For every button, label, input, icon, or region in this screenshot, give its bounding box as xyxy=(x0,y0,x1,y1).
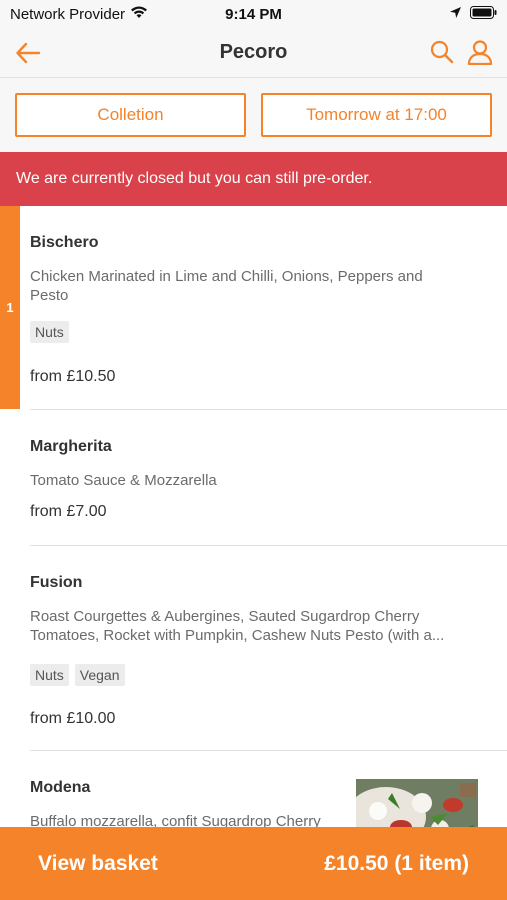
basket-label: View basket xyxy=(38,851,158,875)
basket-quantity-badge: 1 xyxy=(0,206,20,409)
menu-item-margherita[interactable]: Margherita Tomato Sauce & Mozzarella fro… xyxy=(0,410,507,546)
order-time-button[interactable]: Tomorrow at 17:00 xyxy=(261,93,492,137)
item-tags: Nuts xyxy=(30,321,69,343)
carrier-label: Network Provider xyxy=(10,5,126,23)
back-arrow-icon xyxy=(16,42,41,64)
item-description-line: Roast Courgettes & Aubergines, Sauted Su… xyxy=(30,608,420,625)
item-name: Margherita xyxy=(30,438,112,455)
location-arrow-icon xyxy=(449,6,462,23)
nav-bar: Pecoro xyxy=(0,28,507,78)
view-basket-button[interactable]: View basket £10.50 (1 item) xyxy=(0,827,507,900)
item-price: from £7.00 xyxy=(30,503,107,520)
order-options: Colletion Tomorrow at 17:00 xyxy=(0,78,507,152)
item-description: Tomato Sauce & Mozzarella xyxy=(30,472,217,489)
item-description: Chicken Marinated in Lime and Chilli, On… xyxy=(30,268,423,304)
tag-vegan: Vegan xyxy=(74,664,125,686)
item-name: Fusion xyxy=(30,574,83,591)
item-name: Modena xyxy=(30,779,91,796)
status-bar: Network Provider 9:14 PM xyxy=(0,0,507,28)
menu-item-fusion[interactable]: Fusion Roast Courgettes & Aubergines, Sa… xyxy=(0,546,507,751)
status-right xyxy=(449,5,497,23)
tag-nuts: Nuts xyxy=(30,321,69,343)
battery-icon xyxy=(470,5,497,23)
account-button[interactable] xyxy=(464,36,496,68)
item-price: from £10.00 xyxy=(30,710,116,727)
search-icon xyxy=(430,40,454,64)
closed-notice: We are currently closed but you can stil… xyxy=(0,152,507,206)
back-button[interactable] xyxy=(12,37,44,69)
item-tags: Nuts Vegan xyxy=(30,664,125,686)
user-icon xyxy=(467,40,493,65)
search-button[interactable] xyxy=(426,36,458,68)
collection-button[interactable]: Colletion xyxy=(15,93,246,137)
basket-total: £10.50 (1 item) xyxy=(324,851,469,875)
menu-item-bischero[interactable]: 1 Bischero Chicken Marinated in Lime and… xyxy=(0,206,507,410)
status-left: Network Provider xyxy=(10,5,148,23)
tag-nuts: Nuts xyxy=(30,664,69,686)
page-title: Pecoro xyxy=(219,41,288,63)
item-name: Bischero xyxy=(30,234,99,251)
item-description-line: Tomatoes, Rocket with Pumpkin, Cashew Nu… xyxy=(30,627,445,644)
wifi-icon xyxy=(130,5,148,23)
item-description: Roast Courgettes & Aubergines, Sauted Su… xyxy=(30,607,477,645)
item-price: from £10.50 xyxy=(30,368,116,385)
closed-notice-text: We are currently closed but you can stil… xyxy=(16,170,373,187)
